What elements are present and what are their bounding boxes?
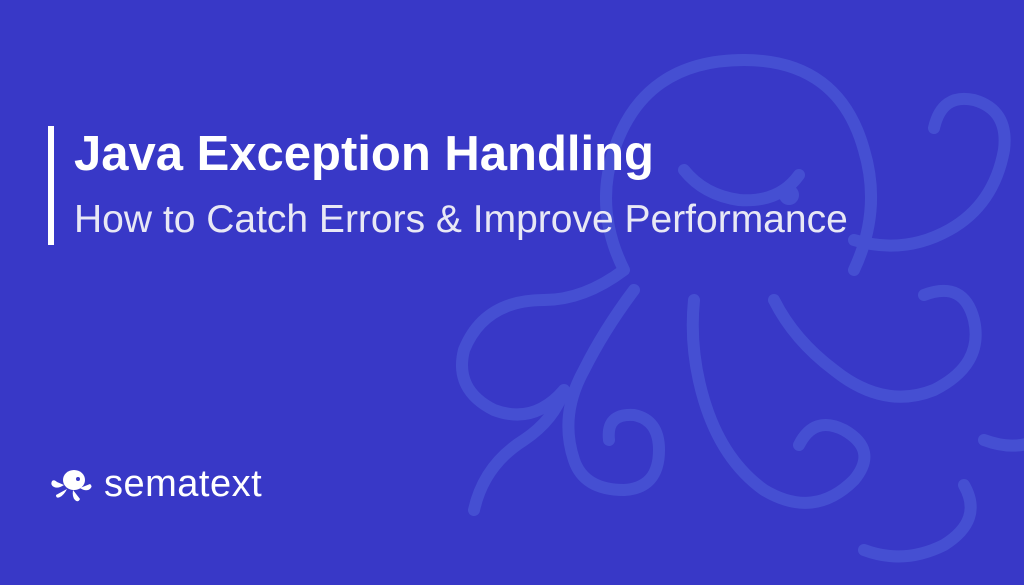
title-block: Java Exception Handling How to Catch Err… [48,126,848,245]
brand: sematext [48,463,262,506]
octopus-outline-icon [384,20,1024,580]
card-title: Java Exception Handling [74,126,848,182]
octopus-logo-icon [48,467,94,503]
brand-name: sematext [104,463,262,506]
card-subtitle: How to Catch Errors & Improve Performanc… [74,196,848,245]
